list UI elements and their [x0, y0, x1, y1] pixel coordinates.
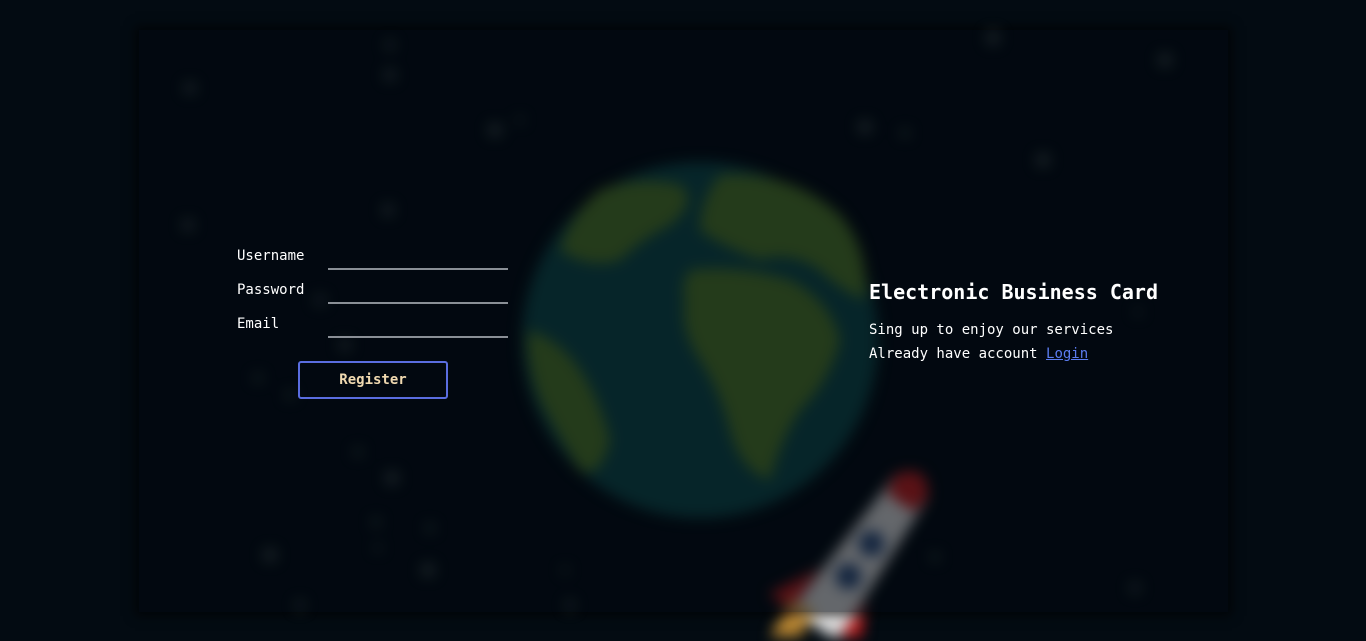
password-row: Password: [237, 280, 517, 306]
username-label: Username: [237, 248, 305, 264]
email-row: Email: [237, 314, 517, 340]
login-prompt-line: Already have account Login: [869, 346, 1088, 362]
email-label: Email: [237, 316, 280, 332]
register-button[interactable]: Register: [298, 361, 448, 399]
page-title: Electronic Business Card: [869, 280, 1158, 304]
signup-text: Sing up to enjoy our services: [869, 322, 1114, 338]
username-row: Username: [237, 246, 517, 272]
email-input[interactable]: [328, 314, 508, 338]
password-label: Password: [237, 282, 305, 298]
login-link[interactable]: Login: [1046, 346, 1088, 362]
login-prompt-text: Already have account: [869, 346, 1038, 362]
password-input[interactable]: [328, 280, 508, 304]
username-input[interactable]: [328, 246, 508, 270]
